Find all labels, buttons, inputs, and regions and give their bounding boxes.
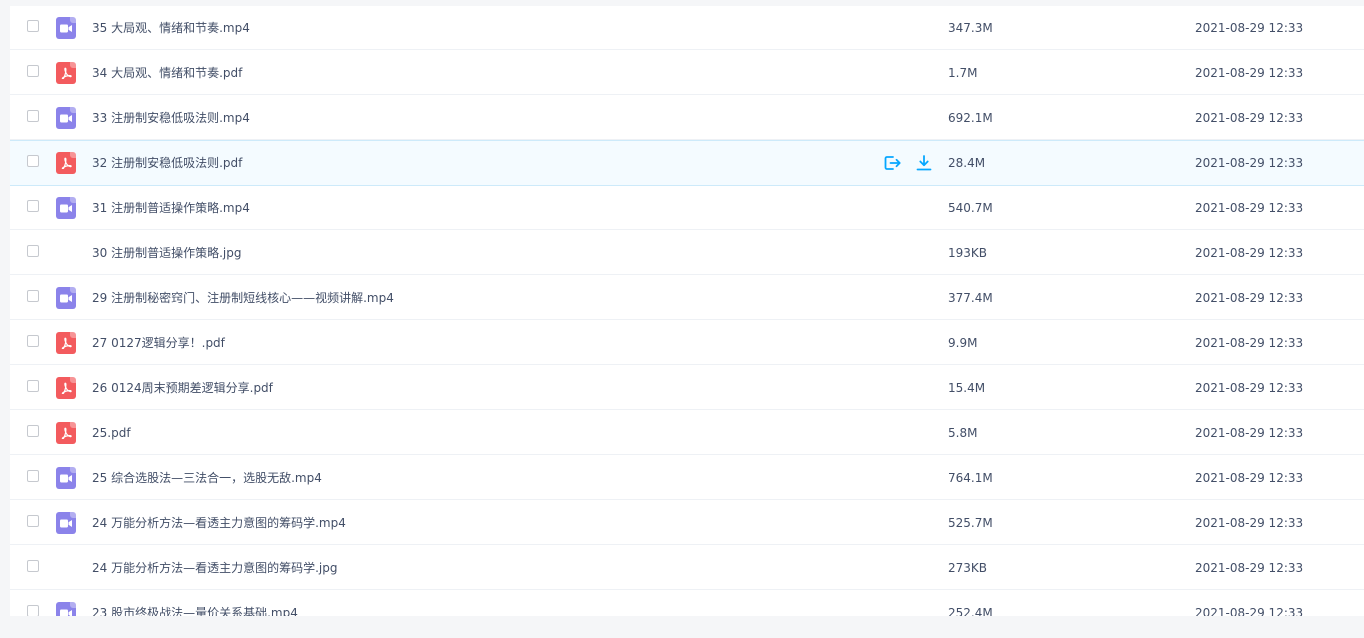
file-row[interactable]: 29 注册制秘密窍门、注册制短线核心——视频讲解.mp4 377.4M 2021… <box>10 276 1364 320</box>
file-size: 764.1M <box>948 471 993 485</box>
file-date: 2021-08-29 12:33 <box>1195 291 1304 305</box>
row-checkbox[interactable] <box>27 425 39 437</box>
video-file-icon <box>56 107 76 129</box>
file-name[interactable]: 27 0127逻辑分享！.pdf <box>92 321 225 365</box>
file-row[interactable]: 33 注册制安稳低吸法则.mp4 692.1M 2021-08-29 12:33 <box>10 96 1364 140</box>
file-date: 2021-08-29 12:33 <box>1195 516 1304 530</box>
file-row[interactable]: 25.pdf 5.8M 2021-08-29 12:33 <box>10 411 1364 455</box>
video-file-icon <box>56 17 76 39</box>
row-checkbox[interactable] <box>27 65 39 77</box>
file-row[interactable]: 34 大局观、情绪和节奏.pdf 1.7M 2021-08-29 12:33 <box>10 51 1364 95</box>
file-date: 2021-08-29 12:33 <box>1195 156 1304 170</box>
file-name[interactable]: 35 大局观、情绪和节奏.mp4 <box>92 6 250 50</box>
image-file-icon <box>56 242 76 264</box>
pdf-file-icon <box>56 152 76 174</box>
file-date: 2021-08-29 12:33 <box>1195 201 1304 215</box>
file-size: 1.7M <box>948 66 978 80</box>
file-name[interactable]: 29 注册制秘密窍门、注册制短线核心——视频讲解.mp4 <box>92 276 394 320</box>
file-name[interactable]: 33 注册制安稳低吸法则.mp4 <box>92 96 250 140</box>
file-row[interactable]: 32 注册制安稳低吸法则.pdf 28.4M 2021-08-29 12:33 <box>10 140 1364 186</box>
file-date: 2021-08-29 12:33 <box>1195 471 1304 485</box>
file-row[interactable]: 25 综合选股法—三法合一，选股无敌.mp4 764.1M 2021-08-29… <box>10 456 1364 500</box>
row-checkbox[interactable] <box>27 110 39 122</box>
file-size: 15.4M <box>948 381 986 395</box>
row-checkbox[interactable] <box>27 290 39 302</box>
row-checkbox[interactable] <box>27 515 39 527</box>
file-row[interactable]: 24 万能分析方法—看透主力意图的筹码学.jpg 273KB 2021-08-2… <box>10 546 1364 590</box>
image-file-icon <box>56 557 76 579</box>
file-row[interactable]: 35 大局观、情绪和节奏.mp4 347.3M 2021-08-29 12:33 <box>10 6 1364 50</box>
file-name[interactable]: 30 注册制普适操作策略.jpg <box>92 231 241 275</box>
row-checkbox[interactable] <box>27 245 39 257</box>
file-size: 347.3M <box>948 21 993 35</box>
file-size: 9.9M <box>948 336 978 350</box>
video-file-icon <box>56 602 76 616</box>
pdf-file-icon <box>56 332 76 354</box>
row-checkbox[interactable] <box>27 200 39 212</box>
file-date: 2021-08-29 12:33 <box>1195 111 1304 125</box>
file-date: 2021-08-29 12:33 <box>1195 66 1304 80</box>
file-size: 28.4M <box>948 156 986 170</box>
video-file-icon <box>56 197 76 219</box>
file-date: 2021-08-29 12:33 <box>1195 561 1304 575</box>
file-date: 2021-08-29 12:33 <box>1195 426 1304 440</box>
row-checkbox[interactable] <box>27 335 39 347</box>
file-name[interactable]: 24 万能分析方法—看透主力意图的筹码学.mp4 <box>92 501 346 545</box>
file-name[interactable]: 25 综合选股法—三法合一，选股无敌.mp4 <box>92 456 322 500</box>
file-size: 273KB <box>948 561 988 575</box>
file-name[interactable]: 26 0124周末预期差逻辑分享.pdf <box>92 366 273 410</box>
video-file-icon <box>56 287 76 309</box>
file-row[interactable]: 30 注册制普适操作策略.jpg 193KB 2021-08-29 12:33 <box>10 231 1364 275</box>
row-checkbox[interactable] <box>27 20 39 32</box>
file-list: 35 大局观、情绪和节奏.mp4 347.3M 2021-08-29 12:33… <box>10 6 1364 616</box>
file-date: 2021-08-29 12:33 <box>1195 606 1304 616</box>
file-row[interactable]: 24 万能分析方法—看透主力意图的筹码学.mp4 525.7M 2021-08-… <box>10 501 1364 545</box>
row-checkbox[interactable] <box>27 155 39 167</box>
file-row[interactable]: 23 股市终极战法—量价关系基础.mp4 252.4M 2021-08-29 1… <box>10 591 1364 616</box>
file-row[interactable]: 27 0127逻辑分享！.pdf 9.9M 2021-08-29 12:33 <box>10 321 1364 365</box>
file-size: 377.4M <box>948 291 993 305</box>
file-date: 2021-08-29 12:33 <box>1195 336 1304 350</box>
file-date: 2021-08-29 12:33 <box>1195 381 1304 395</box>
share-out-icon[interactable] <box>883 154 901 172</box>
file-date: 2021-08-29 12:33 <box>1195 21 1304 35</box>
file-name[interactable]: 25.pdf <box>92 411 131 455</box>
download-icon[interactable] <box>915 154 933 172</box>
video-file-icon <box>56 467 76 489</box>
row-checkbox[interactable] <box>27 560 39 572</box>
row-checkbox[interactable] <box>27 470 39 482</box>
file-size: 692.1M <box>948 111 993 125</box>
file-size: 525.7M <box>948 516 993 530</box>
file-name[interactable]: 24 万能分析方法—看透主力意图的筹码学.jpg <box>92 546 337 590</box>
file-name[interactable]: 32 注册制安稳低吸法则.pdf <box>92 141 242 185</box>
file-row[interactable]: 31 注册制普适操作策略.mp4 540.7M 2021-08-29 12:33 <box>10 186 1364 230</box>
file-name[interactable]: 23 股市终极战法—量价关系基础.mp4 <box>92 591 298 616</box>
file-name[interactable]: 31 注册制普适操作策略.mp4 <box>92 186 250 230</box>
row-checkbox[interactable] <box>27 380 39 392</box>
pdf-file-icon <box>56 377 76 399</box>
pdf-file-icon <box>56 62 76 84</box>
file-size: 5.8M <box>948 426 978 440</box>
file-size: 193KB <box>948 246 988 260</box>
file-size: 252.4M <box>948 606 993 616</box>
video-file-icon <box>56 512 76 534</box>
file-date: 2021-08-29 12:33 <box>1195 246 1304 260</box>
file-name[interactable]: 34 大局观、情绪和节奏.pdf <box>92 51 242 95</box>
row-checkbox[interactable] <box>27 605 39 616</box>
pdf-file-icon <box>56 422 76 444</box>
file-size: 540.7M <box>948 201 993 215</box>
file-row[interactable]: 26 0124周末预期差逻辑分享.pdf 15.4M 2021-08-29 12… <box>10 366 1364 410</box>
